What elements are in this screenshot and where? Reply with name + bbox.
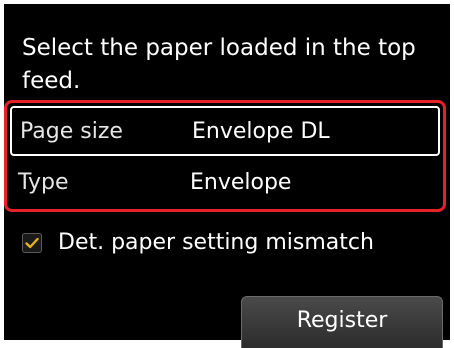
media-type-row[interactable]: Type Envelope	[10, 157, 440, 207]
mismatch-checkbox[interactable]	[22, 232, 42, 253]
checkmark-icon	[25, 237, 39, 248]
detect-mismatch-option[interactable]: Det. paper setting mismatch	[22, 230, 374, 255]
printer-screen: Select the paper loaded in the top feed.…	[0, 0, 454, 348]
media-type-value: Envelope	[190, 169, 292, 195]
mismatch-label: Det. paper setting mismatch	[58, 230, 374, 255]
media-type-label: Type	[18, 169, 69, 195]
instruction-text: Select the paper loaded in the top feed.	[22, 35, 416, 94]
page-size-row[interactable]: Page size Envelope DL	[10, 106, 440, 156]
register-button[interactable]: Register	[241, 296, 443, 348]
paper-settings-panel: Select the paper loaded in the top feed.…	[4, 4, 450, 348]
page-size-value: Envelope DL	[192, 118, 330, 144]
page-size-label: Page size	[20, 118, 123, 144]
